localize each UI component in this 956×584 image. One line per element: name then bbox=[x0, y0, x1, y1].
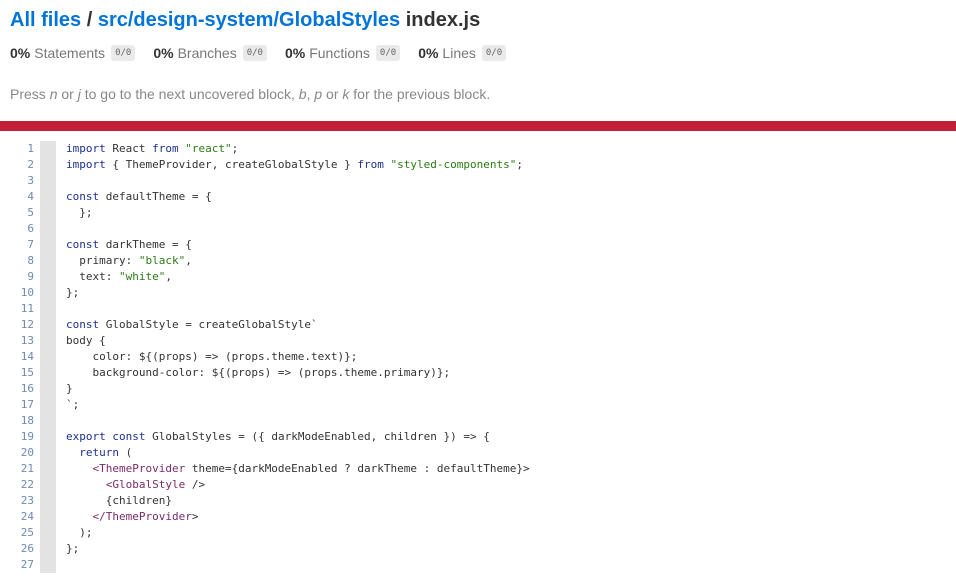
functions-label: Functions bbox=[309, 45, 370, 61]
code-line: text: "white", bbox=[66, 270, 172, 283]
code-line: {children} bbox=[66, 494, 172, 507]
breadcrumb-dir-link[interactable]: src/design-system/GlobalStyles bbox=[98, 9, 400, 31]
code-line: } bbox=[66, 382, 73, 395]
hint-text: to go to the next uncovered block, bbox=[80, 86, 299, 102]
statements-stat: 0% Statements 0/0 bbox=[10, 45, 136, 61]
statements-label: Statements bbox=[34, 45, 106, 61]
code-line: return ( bbox=[79, 446, 133, 459]
line-number: 24 bbox=[20, 510, 34, 523]
source-code-view: 1 2 3 4 5 6 7 8 9 10 11 12 13 14 15 16 17 18 19 20 21 22 23 24 2… bbox=[20, 141, 530, 573]
hint-text: Press bbox=[10, 86, 50, 102]
line-number: 1 bbox=[27, 142, 34, 155]
line-number: 27 bbox=[20, 558, 34, 571]
line-number: 22 bbox=[20, 478, 34, 491]
code-line: import React from "react"; bbox=[66, 142, 239, 155]
line-number: 17 bbox=[20, 398, 34, 411]
code-line: }; bbox=[66, 206, 93, 219]
branches-fraction: 0/0 bbox=[242, 45, 267, 61]
code-line: }; bbox=[66, 286, 80, 299]
line-number: 9 bbox=[27, 270, 34, 283]
line-number: 8 bbox=[27, 254, 34, 267]
line-number: 13 bbox=[20, 334, 34, 347]
line-number: 21 bbox=[20, 462, 34, 475]
line-number: 7 bbox=[27, 238, 34, 251]
line-number: 6 bbox=[27, 222, 34, 235]
code-line: body { bbox=[66, 334, 106, 347]
line-numbers: 1 2 3 4 5 6 7 8 9 10 11 12 13 14 15 16 17 18 19 20 21 22 23 24 2… bbox=[20, 141, 40, 573]
line-number: 4 bbox=[27, 190, 34, 203]
code-lines: import React from "react"; import { Theme… bbox=[56, 141, 530, 573]
line-number: 10 bbox=[20, 286, 34, 299]
statements-fraction: 0/0 bbox=[111, 45, 136, 61]
breadcrumb-root-link[interactable]: All files bbox=[10, 9, 81, 31]
line-number: 2 bbox=[27, 158, 34, 171]
coverage-summary: 0% Statements 0/0 0% Branches 0/0 0% Fun… bbox=[10, 42, 946, 64]
hint-key: b bbox=[298, 86, 307, 102]
line-number: 15 bbox=[20, 366, 34, 379]
report-header: All files / src/design-system/GlobalStyl… bbox=[0, 0, 956, 104]
keyboard-hint: Press n or j to go to the next uncovered… bbox=[10, 86, 946, 104]
code-line: const defaultTheme = { bbox=[66, 190, 212, 203]
code-line: </ThemeProvider> bbox=[92, 510, 199, 523]
line-number: 18 bbox=[20, 414, 34, 427]
coverage-gutter bbox=[40, 141, 56, 573]
code-line: const darkTheme = { bbox=[66, 238, 192, 251]
coverage-status-bar bbox=[0, 121, 956, 131]
lines-pct: 0% bbox=[418, 45, 439, 61]
line-number: 12 bbox=[20, 318, 34, 331]
breadcrumb-file-name: index.js bbox=[405, 9, 481, 31]
code-line: import { ThemeProvider, createGlobalStyl… bbox=[66, 158, 524, 171]
code-line: ​ bbox=[66, 221, 530, 237]
hint-key: p bbox=[314, 86, 323, 102]
code-line: ​ bbox=[66, 557, 530, 573]
line-number: 3 bbox=[27, 174, 34, 187]
code-line: `; bbox=[66, 398, 80, 411]
line-number: 14 bbox=[20, 350, 34, 363]
hint-text: for the previous block. bbox=[349, 86, 491, 102]
functions-fraction: 0/0 bbox=[375, 45, 401, 61]
functions-stat: 0% Functions 0/0 bbox=[284, 45, 401, 61]
branches-stat: 0% Branches 0/0 bbox=[153, 45, 267, 61]
lines-stat: 0% Lines 0/0 bbox=[418, 45, 507, 61]
line-number: 25 bbox=[20, 526, 34, 539]
line-number: 5 bbox=[27, 206, 34, 219]
branches-label: Branches bbox=[177, 45, 237, 61]
statements-pct: 0% bbox=[10, 45, 31, 61]
code-line: export const GlobalStyles = ({ darkModeE… bbox=[66, 430, 490, 443]
lines-label: Lines bbox=[442, 45, 476, 61]
code-line: }; bbox=[66, 542, 80, 555]
code-line: ​ bbox=[66, 173, 530, 189]
code-line: ​ bbox=[66, 413, 530, 429]
code-line: background-color: ${(props) => (props.th… bbox=[66, 366, 451, 379]
code-line: <GlobalStyle /> bbox=[105, 478, 206, 491]
line-number: 23 bbox=[20, 494, 34, 507]
line-number: 20 bbox=[20, 446, 34, 459]
line-number: 16 bbox=[20, 382, 34, 395]
hint-text: or bbox=[57, 86, 78, 102]
line-number: 19 bbox=[20, 430, 34, 443]
code-line: color: ${(props) => (props.theme.text)}; bbox=[66, 350, 358, 363]
breadcrumb-separator: / bbox=[86, 9, 93, 31]
breadcrumb: All files / src/design-system/GlobalStyl… bbox=[10, 8, 946, 32]
hint-text: or bbox=[322, 86, 343, 102]
code-line: <ThemeProvider theme={darkModeEnabled ? … bbox=[92, 462, 530, 475]
line-number: 26 bbox=[20, 542, 34, 555]
lines-fraction: 0/0 bbox=[481, 45, 507, 61]
branches-pct: 0% bbox=[153, 45, 174, 61]
functions-pct: 0% bbox=[284, 45, 306, 61]
code-line: const GlobalStyle = createGlobalStyle` bbox=[66, 318, 318, 331]
line-number: 11 bbox=[20, 302, 34, 315]
code-line: primary: "black", bbox=[66, 254, 192, 267]
code-line: ); bbox=[66, 526, 93, 539]
code-line: ​ bbox=[66, 301, 530, 317]
